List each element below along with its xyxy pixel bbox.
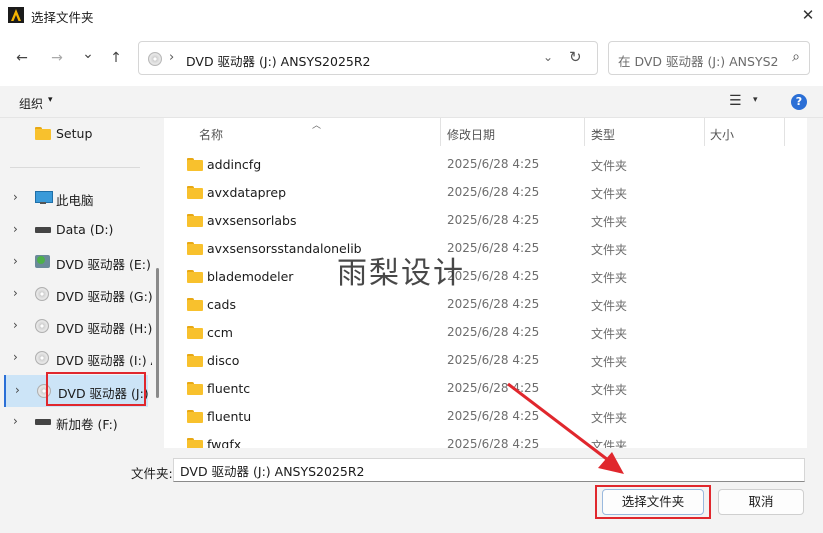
- chevron-right-icon[interactable]: ›: [13, 350, 18, 364]
- caret-down-icon[interactable]: ▾: [753, 95, 758, 105]
- close-button[interactable]: ✕: [793, 0, 823, 30]
- table-row[interactable]: disco 2025/6/28 4:25 文件夹: [164, 346, 807, 374]
- arrow-right-icon: →: [51, 50, 63, 66]
- column-header-size[interactable]: 大小: [710, 126, 734, 143]
- sidebar-item-dvd-h[interactable]: › DVD 驱动器 (H:): [0, 312, 152, 340]
- pc-icon: [35, 191, 53, 205]
- caret-down-icon[interactable]: ▾: [48, 95, 53, 105]
- divider: [10, 167, 140, 168]
- column-header-type[interactable]: 类型: [591, 126, 615, 143]
- highlight-box-button: [595, 485, 711, 519]
- column-header-date[interactable]: 修改日期: [447, 126, 495, 143]
- chevron-right-icon[interactable]: ›: [13, 286, 18, 300]
- help-icon[interactable]: ?: [791, 94, 807, 110]
- navigation-bar: ← → ⌄ ↑ › DVD 驱动器 (J:) ANSYS2025R2 ⌄ ↻ 在…: [0, 30, 823, 86]
- search-input[interactable]: 在 DVD 驱动器 (J:) ANSYS2025R2 中搜索: [618, 51, 778, 70]
- folder-icon: [35, 127, 51, 141]
- column-separator[interactable]: [440, 118, 441, 146]
- organize-menu[interactable]: 组织: [19, 95, 43, 112]
- column-header-name[interactable]: 名称: [199, 126, 223, 143]
- folder-icon: [187, 214, 203, 227]
- folder-icon: [187, 326, 203, 339]
- folder-icon: [187, 438, 203, 448]
- arrow-left-icon: ←: [16, 50, 28, 66]
- sidebar-item-new-volume-f[interactable]: › 新加卷 (F:): [0, 408, 150, 436]
- table-row[interactable]: avxsensorlabs 2025/6/28 4:25 文件夹: [164, 206, 807, 234]
- up-button[interactable]: ↑: [104, 46, 128, 70]
- folder-icon: [187, 242, 203, 255]
- table-row[interactable]: cads 2025/6/28 4:25 文件夹: [164, 290, 807, 318]
- folder-icon: [187, 410, 203, 423]
- chevron-right-icon[interactable]: ›: [169, 50, 174, 65]
- folder-name-input[interactable]: [173, 458, 805, 482]
- folder-icon: [187, 354, 203, 367]
- disc-icon: [35, 351, 51, 365]
- chevron-right-icon[interactable]: ›: [13, 414, 18, 428]
- address-dropdown-icon[interactable]: ⌄: [543, 50, 553, 64]
- table-row[interactable]: avxdataprep 2025/6/28 4:25 文件夹: [164, 178, 807, 206]
- address-bar[interactable]: › DVD 驱动器 (J:) ANSYS2025R2 ⌄ ↻: [138, 41, 598, 75]
- table-row[interactable]: blademodeler 2025/6/28 4:25 文件夹: [164, 262, 807, 290]
- sidebar-item-setup[interactable]: Setup: [0, 120, 150, 148]
- search-icon[interactable]: ⌕: [792, 49, 800, 65]
- highlight-box-drive: [46, 372, 146, 406]
- table-row[interactable]: avxsensorsstandalonelib 2025/6/28 4:25 文…: [164, 234, 807, 262]
- column-separator[interactable]: [584, 118, 585, 146]
- drive-icon: [35, 415, 51, 429]
- disc-media-icon: [35, 255, 51, 269]
- file-list: ︿ 名称 修改日期 类型 大小 addincfg 2025/6/28 4:25 …: [164, 118, 807, 448]
- sidebar-item-this-pc[interactable]: › 此电脑: [0, 184, 150, 212]
- search-box[interactable]: 在 DVD 驱动器 (J:) ANSYS2025R2 中搜索 ⌕: [608, 41, 810, 75]
- folder-icon: [187, 298, 203, 311]
- table-row[interactable]: fluentu 2025/6/28 4:25 文件夹: [164, 402, 807, 430]
- forward-button[interactable]: →: [45, 46, 69, 70]
- chevron-right-icon[interactable]: ›: [13, 318, 18, 332]
- column-separator[interactable]: [784, 118, 785, 146]
- sort-ascending-icon: ︿: [312, 121, 322, 131]
- command-bar: 组织 ▾ ☰ ▾ ?: [0, 86, 823, 118]
- disc-icon: [35, 319, 51, 333]
- sidebar-scrollbar[interactable]: [156, 268, 159, 398]
- refresh-icon[interactable]: ↻: [569, 48, 582, 66]
- window-title: 选择文件夹: [31, 10, 94, 25]
- table-row[interactable]: ccm 2025/6/28 4:25 文件夹: [164, 318, 807, 346]
- back-button[interactable]: ←: [10, 46, 34, 70]
- sidebar-item-dvd-e[interactable]: › DVD 驱动器 (E:): [0, 248, 151, 276]
- folder-icon: [187, 270, 203, 283]
- folder-icon: [187, 186, 203, 199]
- folder-label: 文件夹:: [131, 466, 173, 481]
- table-row[interactable]: fwgfx 2025/6/28 4:25 文件夹: [164, 430, 807, 448]
- sidebar-item-dvd-i[interactable]: › DVD 驱动器 (I:) A: [0, 344, 152, 372]
- disc-icon: [35, 287, 51, 301]
- drive-icon: [35, 223, 51, 237]
- app-logo-icon: [8, 7, 24, 23]
- table-row[interactable]: addincfg 2025/6/28 4:25 文件夹: [164, 150, 807, 178]
- chevron-right-icon[interactable]: ›: [13, 222, 18, 236]
- folder-icon: [187, 382, 203, 395]
- column-separator[interactable]: [704, 118, 705, 146]
- chevron-right-icon[interactable]: ›: [15, 383, 20, 397]
- arrow-up-icon: ↑: [110, 50, 122, 66]
- title-bar: 选择文件夹 ✕: [0, 0, 823, 30]
- disc-icon: [148, 52, 162, 66]
- table-row[interactable]: fluentc 2025/6/28 4:25 文件夹: [164, 374, 807, 402]
- view-options-icon[interactable]: ☰: [729, 93, 742, 109]
- chevron-right-icon[interactable]: ›: [13, 190, 18, 204]
- chevron-right-icon[interactable]: ›: [13, 254, 18, 268]
- sidebar-item-dvd-g[interactable]: › DVD 驱动器 (G:): [0, 280, 152, 308]
- watermark-text: 雨梨设计: [337, 256, 465, 291]
- recent-locations-button[interactable]: ⌄: [76, 42, 100, 66]
- sidebar-item-data-d[interactable]: › Data (D:): [0, 216, 150, 244]
- cancel-button[interactable]: 取消: [718, 489, 804, 515]
- folder-icon: [187, 158, 203, 171]
- close-icon: ✕: [801, 6, 815, 24]
- address-path[interactable]: DVD 驱动器 (J:) ANSYS2025R2: [186, 51, 371, 70]
- chevron-down-icon: ⌄: [82, 46, 94, 62]
